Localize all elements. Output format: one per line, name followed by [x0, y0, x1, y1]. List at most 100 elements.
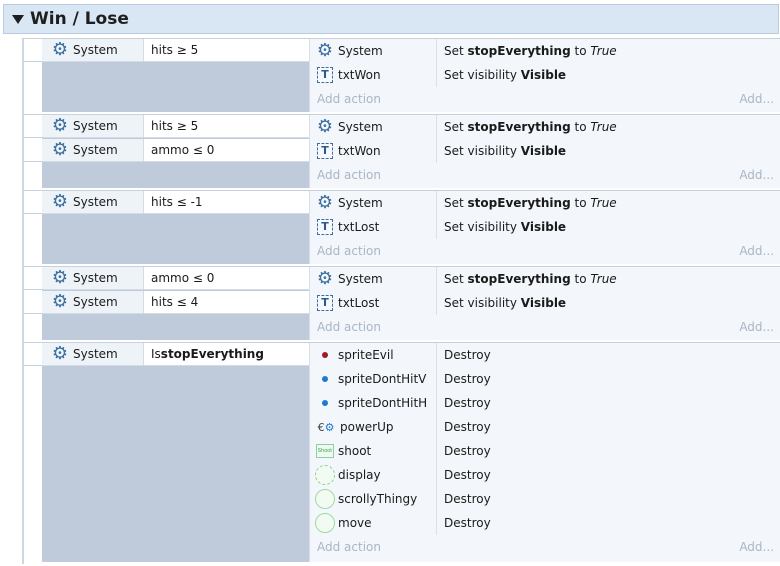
group-header-win-lose[interactable]: Win / Lose	[3, 4, 779, 34]
text-token: Is	[151, 347, 161, 361]
text-token: Set	[444, 120, 468, 134]
action-object[interactable]: ⚙ System	[309, 267, 437, 291]
action-object[interactable]: ⚙ System	[309, 39, 437, 63]
add-more-link[interactable]: Add...	[739, 244, 780, 258]
condition-object[interactable]: ⚙ System	[42, 267, 144, 290]
text-token: Destroy	[444, 468, 491, 482]
collapse-triangle-icon[interactable]	[12, 14, 24, 24]
action-row[interactable]: Shoot shoot Destroy	[309, 439, 780, 463]
condition-text[interactable]: Is stopEverything	[144, 343, 309, 366]
action-row[interactable]: spriteDontHitH Destroy	[309, 391, 780, 415]
condition-row[interactable]: ⚙ System hits ≤ -1	[23, 191, 309, 214]
condition-text[interactable]: hits ≤ -1	[144, 191, 309, 214]
condition-row[interactable]: ⚙ System hits ≥ 5	[23, 39, 309, 62]
action-object[interactable]: move	[309, 511, 437, 535]
condition-text[interactable]: hits ≤ 4	[144, 291, 309, 314]
condition-row[interactable]: ⚙ System hits ≤ 4	[23, 291, 309, 314]
add-more-link[interactable]: Add...	[739, 540, 780, 554]
action-object[interactable]: TtxtWon	[309, 139, 437, 163]
condition-object[interactable]: ⚙ System	[42, 115, 144, 138]
action-object-name: System	[338, 44, 383, 58]
action-text[interactable]: Set stopEverything to True	[437, 196, 617, 210]
text-token: Destroy	[444, 516, 491, 530]
condition-object[interactable]: ⚙ System	[42, 191, 144, 214]
text-token: Set visibility	[444, 296, 521, 310]
action-row[interactable]: € ⚙ powerUp Destroy	[309, 415, 780, 439]
add-action-link[interactable]: Add action	[309, 92, 381, 106]
action-object[interactable]: spriteEvil	[309, 343, 437, 367]
action-object[interactable]: ⚙ System	[309, 115, 437, 139]
event-block[interactable]: ⚙ System ammo ≤ 0 ⚙ System hits ≤ 4 ⚙ System Set…	[23, 266, 780, 340]
add-action-link[interactable]: Add action	[309, 168, 381, 182]
event-block[interactable]: ⚙ System Is stopEverything spriteEvil Destro…	[23, 342, 780, 562]
action-object[interactable]: TtxtLost	[309, 291, 437, 315]
condition-object[interactable]: ⚙ System	[42, 291, 144, 314]
text-token: Destroy	[444, 444, 491, 458]
action-row[interactable]: ⚙ System Set stopEverything to True	[309, 115, 780, 139]
action-text[interactable]: Destroy	[437, 396, 491, 410]
add-more-link[interactable]: Add...	[739, 92, 780, 106]
action-object[interactable]: ⚙ System	[309, 191, 437, 215]
action-row[interactable]: move Destroy	[309, 511, 780, 535]
add-action-link[interactable]: Add action	[309, 320, 381, 334]
add-more-link[interactable]: Add...	[739, 168, 780, 182]
action-object[interactable]: TtxtWon	[309, 63, 437, 87]
action-object[interactable]: TtxtLost	[309, 215, 437, 239]
action-row[interactable]: TtxtWon Set visibility Visible	[309, 139, 780, 163]
action-text[interactable]: Destroy	[437, 468, 491, 482]
action-row[interactable]: ⚙ System Set stopEverything to True	[309, 191, 780, 215]
action-text[interactable]: Destroy	[437, 444, 491, 458]
condition-text[interactable]: hits ≥ 5	[144, 115, 309, 138]
action-object[interactable]: € ⚙ powerUp	[309, 415, 437, 439]
action-row[interactable]: TtxtWon Set visibility Visible	[309, 63, 780, 87]
action-text[interactable]: Set visibility Visible	[437, 68, 566, 82]
action-text[interactable]: Destroy	[437, 348, 491, 362]
action-text[interactable]: Set visibility Visible	[437, 144, 566, 158]
event-block[interactable]: ⚙ System hits ≤ -1 ⚙ System Set stopEverythin…	[23, 190, 780, 264]
action-object[interactable]: spriteDontHitH	[309, 391, 437, 415]
condition-object[interactable]: ⚙ System	[42, 139, 144, 162]
condition-object[interactable]: ⚙ System	[42, 39, 144, 62]
action-text[interactable]: Set stopEverything to True	[437, 272, 617, 286]
condition-text[interactable]: ammo ≤ 0	[144, 267, 309, 290]
action-object[interactable]: display	[309, 463, 437, 487]
action-row[interactable]: display Destroy	[309, 463, 780, 487]
condition-row[interactable]: ⚙ System hits ≥ 5	[23, 115, 309, 138]
action-row[interactable]: scrollyThingy Destroy	[309, 487, 780, 511]
action-row[interactable]: spriteEvil Destroy	[309, 343, 780, 367]
action-object[interactable]: spriteDontHitV	[309, 367, 437, 391]
action-text[interactable]: Set stopEverything to True	[437, 44, 617, 58]
action-text[interactable]: Destroy	[437, 516, 491, 530]
gear-icon: ⚙	[316, 40, 334, 61]
condition-row[interactable]: ⚙ System Is stopEverything	[23, 343, 309, 366]
action-text[interactable]: Set visibility Visible	[437, 220, 566, 234]
condition-text[interactable]: ammo ≤ 0	[144, 139, 309, 162]
condition-object-name: System	[73, 143, 118, 157]
condition-object[interactable]: ⚙ System	[42, 343, 144, 366]
action-object[interactable]: scrollyThingy	[309, 487, 437, 511]
condition-row[interactable]: ⚙ System ammo ≤ 0	[23, 139, 309, 162]
condition-row[interactable]: ⚙ System ammo ≤ 0	[23, 267, 309, 290]
action-text[interactable]: Destroy	[437, 420, 491, 434]
action-row[interactable]: spriteDontHitV Destroy	[309, 367, 780, 391]
condition-text[interactable]: hits ≥ 5	[144, 39, 309, 62]
action-object-name: scrollyThingy	[338, 492, 418, 506]
action-row[interactable]: TtxtLost Set visibility Visible	[309, 215, 780, 239]
text-token: Destroy	[444, 348, 491, 362]
action-row[interactable]: ⚙ System Set stopEverything to True	[309, 267, 780, 291]
action-text[interactable]: Set visibility Visible	[437, 296, 566, 310]
event-block[interactable]: ⚙ System hits ≥ 5 ⚙ System ammo ≤ 0 ⚙ System Set…	[23, 114, 780, 188]
action-text[interactable]: Destroy	[437, 372, 491, 386]
action-row[interactable]: ⚙ System Set stopEverything to True	[309, 39, 780, 63]
action-text[interactable]: Set stopEverything to True	[437, 120, 617, 134]
add-action-link[interactable]: Add action	[309, 540, 381, 554]
action-object-name: txtWon	[338, 144, 381, 158]
condition-area[interactable]	[42, 342, 309, 562]
shoot-sprite-icon: Shoot	[315, 441, 335, 461]
action-text[interactable]: Destroy	[437, 492, 491, 506]
action-row[interactable]: TtxtLost Set visibility Visible	[309, 291, 780, 315]
action-object[interactable]: Shoot shoot	[309, 439, 437, 463]
event-block[interactable]: ⚙ System hits ≥ 5 ⚙ System Set stopEverything…	[23, 38, 780, 112]
add-action-link[interactable]: Add action	[309, 244, 381, 258]
add-more-link[interactable]: Add...	[739, 320, 780, 334]
